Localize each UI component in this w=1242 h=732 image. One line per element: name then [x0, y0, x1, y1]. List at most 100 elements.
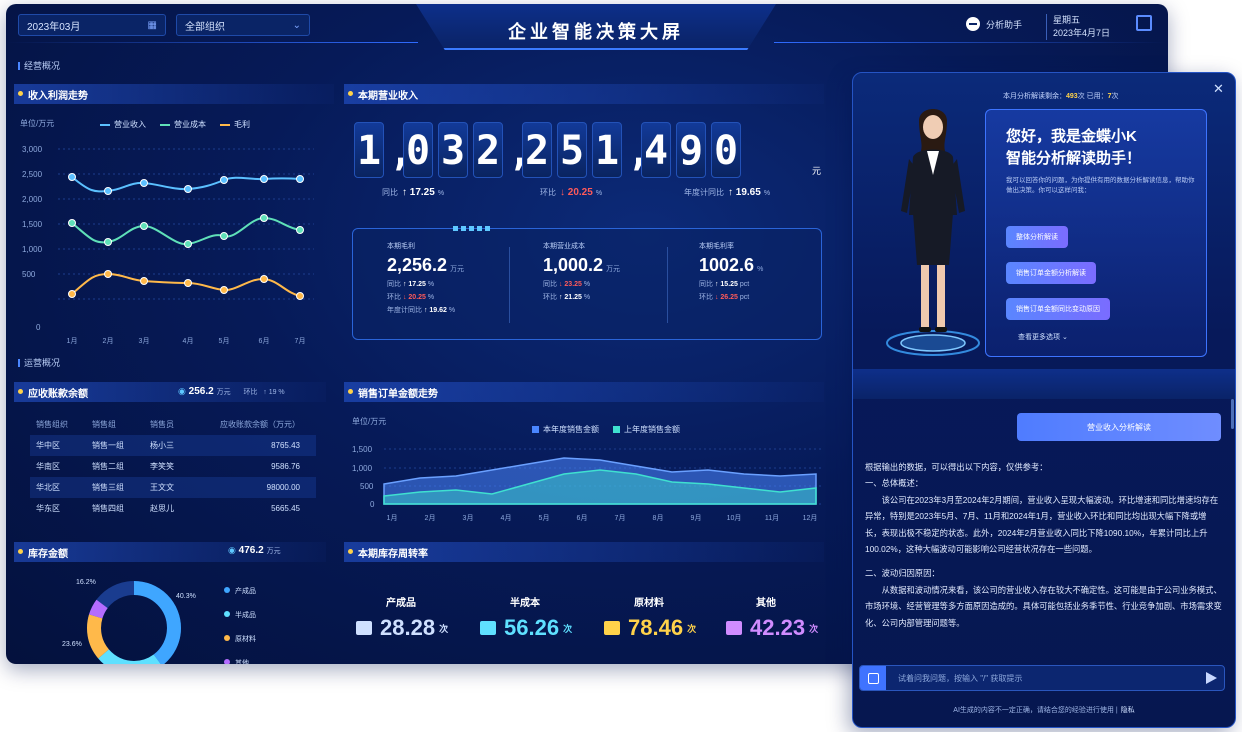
y-tick: 2,000: [22, 195, 43, 204]
attachment-icon[interactable]: [860, 666, 886, 690]
table-cell: 9586.76: [271, 462, 300, 471]
point-cost[interactable]: [220, 232, 228, 240]
greeting-title: 您好，我是金蝶小K 智能分析解读助手！: [1006, 126, 1141, 170]
point-gross-profit[interactable]: [104, 270, 112, 278]
legend-label: 营业成本: [174, 120, 206, 129]
fullscreen-icon[interactable]: [1136, 15, 1152, 31]
legend-swatch: [613, 426, 620, 433]
table-row[interactable]: 华东区 销售四组 赵思儿 5665.45: [30, 498, 316, 519]
receivable-total-value: 256.2: [188, 386, 214, 397]
kpi-box-decoration: [453, 226, 493, 231]
point-revenue[interactable]: [104, 187, 112, 195]
point-revenue[interactable]: [220, 176, 228, 184]
kpi-row-label: 环比: [543, 294, 557, 301]
x-tick: 9月: [691, 514, 702, 522]
turnover-semi: 半成本 56.26 次: [480, 594, 600, 641]
greeting-subtitle: 我可以回答你的问题，为你提供有用的数据分析解读信息，帮助你做出决策。你可以这样问…: [1006, 177, 1195, 194]
table-row[interactable]: 华中区 销售一组 杨小三 8765.43: [30, 435, 316, 456]
suggestion-sales-yoy-reason[interactable]: 销售订单金额同比变动原因: [1006, 298, 1110, 320]
point-cost[interactable]: [296, 226, 304, 234]
inventory-total-unit: 万元: [266, 548, 281, 555]
donut-label: 16.2%: [76, 579, 96, 586]
legend-last-year: 上年度销售金额: [613, 424, 680, 435]
turnover-value: 28.28 次: [356, 615, 476, 641]
point-cost[interactable]: [184, 240, 192, 248]
table-row[interactable]: 华南区 销售二组 李笑笑 9586.76: [30, 456, 316, 477]
org-select[interactable]: 全部组织 ⌄: [176, 14, 310, 36]
x-tick: 7月: [295, 337, 306, 345]
user-query-bubble: 营业收入分析解读: [1017, 413, 1221, 441]
quota-left: 493: [1066, 93, 1078, 100]
x-tick: 7月: [615, 514, 626, 522]
revenue-unit: 元: [812, 166, 822, 176]
quota-suffix: 次: [1111, 93, 1119, 100]
close-icon[interactable]: ✕: [1213, 81, 1224, 97]
kpi-row-value: 20.25: [408, 294, 426, 301]
point-cost[interactable]: [104, 238, 112, 246]
digit-tile: 9: [676, 122, 706, 178]
table-cell: 华中区: [36, 441, 60, 450]
overview-section-label: 经营概况: [18, 59, 60, 72]
suggestion-overall-analysis[interactable]: 整体分析解读: [1006, 226, 1068, 248]
turnover-name: 产成品: [386, 598, 416, 609]
scrollbar[interactable]: [1231, 399, 1234, 429]
disclaimer-text: AI生成的内容不一定正确，请结合您的经验进行使用: [953, 707, 1114, 714]
point-gross-profit[interactable]: [68, 290, 76, 298]
income-chart-unit: 单位/万元: [20, 119, 55, 128]
point-gross-profit[interactable]: [296, 292, 304, 300]
point-gross-profit[interactable]: [220, 286, 228, 294]
legend-label: 上年度销售金额: [624, 425, 680, 434]
point-revenue[interactable]: [296, 175, 304, 183]
receivable-mom: ↑ 19 %: [263, 389, 285, 396]
divider-band: [853, 369, 1235, 399]
point-cost[interactable]: [68, 219, 76, 227]
point-revenue[interactable]: [260, 175, 268, 183]
legend-dot: [224, 659, 230, 664]
chat-input[interactable]: [898, 670, 1188, 686]
table-cell: 销售二组: [92, 462, 124, 471]
stat-label: 环比: [540, 188, 556, 197]
analysis-assistant-button[interactable]: 分析助手: [966, 17, 1022, 31]
month-select[interactable]: 2023年03月 ▦: [18, 14, 166, 36]
sales-chart-unit: 单位/万元: [352, 417, 387, 426]
kpi-gross-profit: 本期毛利 2,256.2 万元 同比 ↑ 17.25 % 环比 ↓ 20.25 %…: [387, 241, 527, 315]
assistant-icon: [966, 17, 980, 31]
send-icon[interactable]: [1206, 672, 1217, 684]
legend-label: 毛利: [234, 120, 250, 129]
point-gross-profit[interactable]: [260, 275, 268, 283]
turnover-value: 78.46 次: [604, 615, 724, 641]
point-revenue[interactable]: [68, 173, 76, 181]
table-cell: 杨小三: [150, 441, 174, 450]
point-cost[interactable]: [260, 214, 268, 222]
turnover-suffix: 次: [439, 623, 449, 634]
legend-label: 营业收入: [114, 120, 146, 129]
point-cost[interactable]: [140, 222, 148, 230]
privacy-link[interactable]: 隐私: [1121, 707, 1135, 714]
inventory-legend: 产成品 半成品 原材料 其他: [224, 580, 256, 664]
suggestion-sales-amount-analysis[interactable]: 销售订单金额分析解读: [1006, 262, 1096, 284]
legend-item: 产成品: [224, 580, 256, 604]
kpi-number: 1,000.2: [543, 255, 604, 275]
answer-paragraph: 从数据和波动情况来看，该公司的营业收入存在较大不确定性。这可能是由于公司业务模式…: [865, 584, 1222, 628]
more-options-link[interactable]: 查看更多选项: [1018, 332, 1068, 342]
stat-number: 19.65: [735, 187, 761, 198]
point-gross-profit[interactable]: [184, 279, 192, 287]
turnover-suffix: 次: [809, 623, 819, 634]
point-revenue[interactable]: [184, 185, 192, 193]
turnover-number: 42.23: [750, 615, 806, 640]
point-gross-profit[interactable]: [140, 277, 148, 285]
turnover-finished: 产成品 28.28 次: [356, 594, 476, 641]
stat-suffix: %: [437, 190, 445, 197]
kpi-value: 1002.6%: [699, 255, 839, 276]
x-tick: 8月: [653, 514, 664, 522]
table-cell: 销售三组: [92, 483, 124, 492]
disclaimer: AI生成的内容不一定正确，请结合您的经验进行使用 | 隐私: [953, 707, 1135, 714]
legend-dot: [224, 611, 230, 617]
point-revenue[interactable]: [140, 179, 148, 187]
table-cell: 赵思儿: [150, 504, 174, 513]
chevron-down-icon: ⌄: [292, 19, 301, 31]
table-row[interactable]: 华北区 销售三组 王文文 98000.00: [30, 477, 316, 498]
legend-label: 其他: [235, 660, 249, 664]
digit-tile: 1: [592, 122, 622, 178]
kpi-row-value: 26.25: [720, 294, 738, 301]
